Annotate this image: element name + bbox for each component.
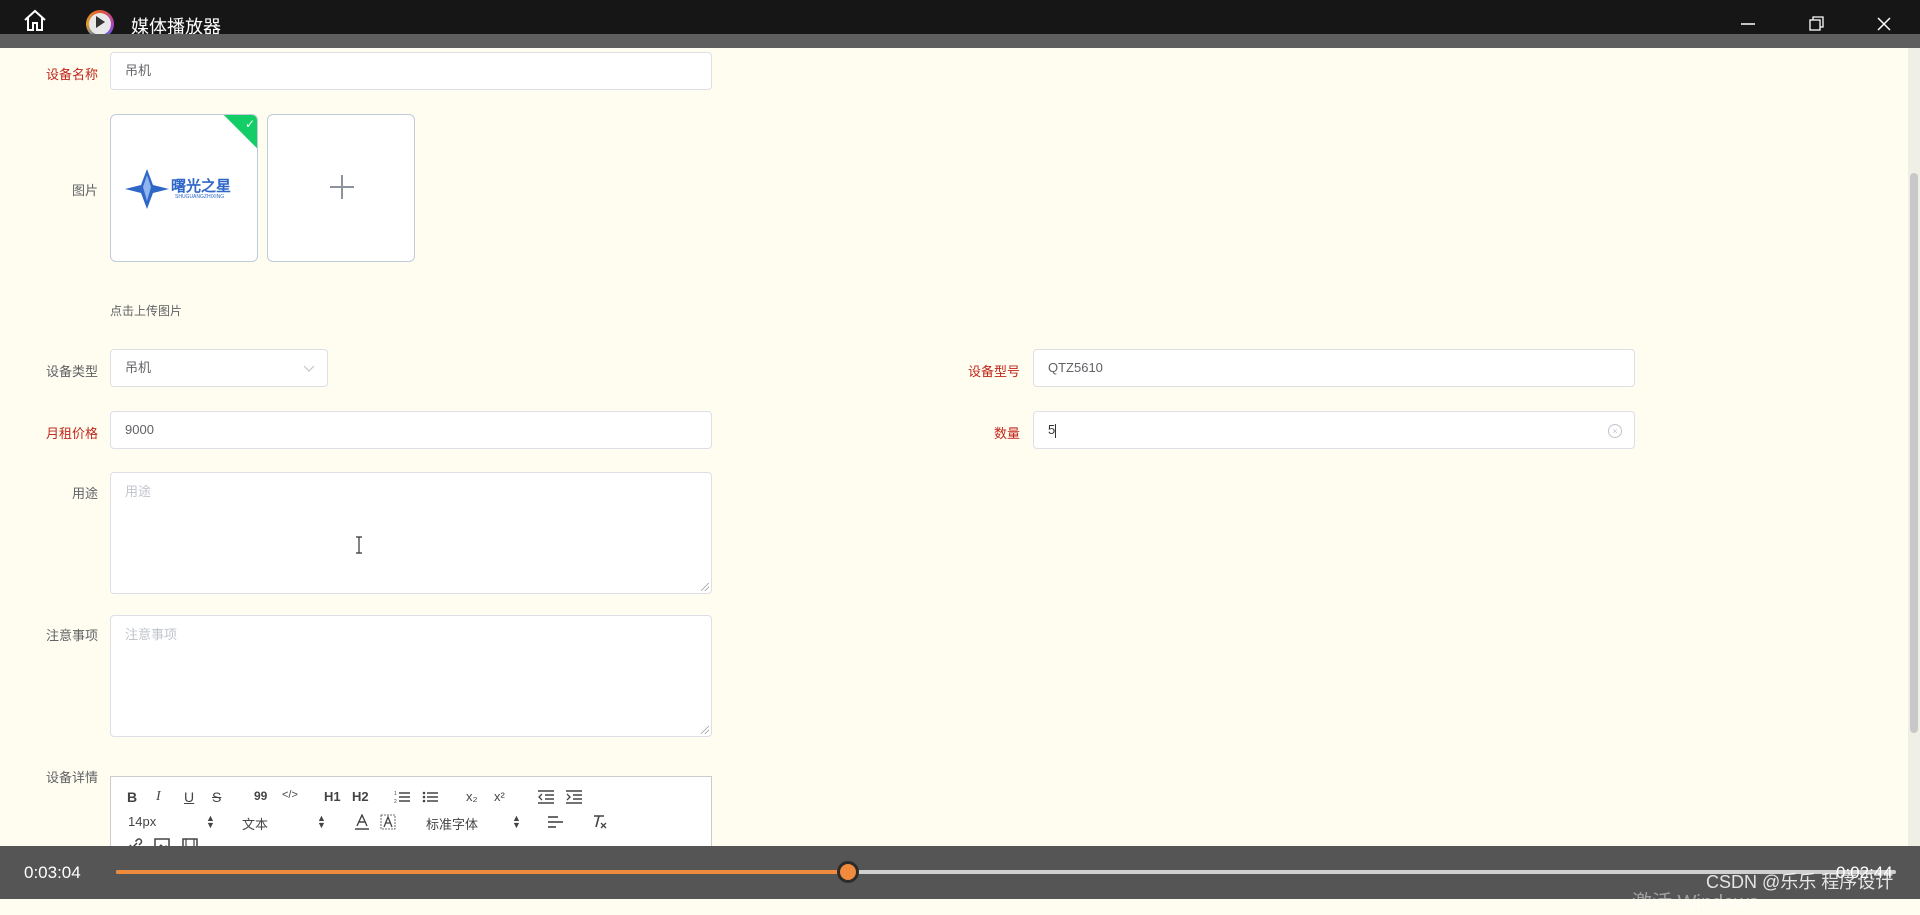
monthly-price-label: 月租价格 xyxy=(45,426,98,441)
scrollbar-thumb[interactable] xyxy=(1910,173,1918,733)
device-model-input[interactable]: QTZ5610 xyxy=(1033,349,1635,387)
logo-text: 曙光之星 xyxy=(171,178,232,195)
image-label: 图片 xyxy=(71,183,98,198)
video-top-strip xyxy=(0,34,1920,48)
heading2-button[interactable]: H2 xyxy=(352,789,369,804)
monthly-price-input[interactable]: 9000 xyxy=(110,411,712,449)
heading1-button[interactable]: H1 xyxy=(324,789,341,804)
chevron-down-icon xyxy=(303,365,315,372)
ordered-list-icon[interactable]: 12 xyxy=(394,790,410,804)
align-left-icon[interactable] xyxy=(548,815,564,829)
blockquote-button[interactable]: 99 xyxy=(254,789,267,803)
device-type-value: 吊机 xyxy=(125,360,152,375)
logo-subtext: SHUGUANGZHIXING xyxy=(175,194,225,200)
resize-handle-icon[interactable] xyxy=(701,726,709,734)
notes-textarea[interactable]: 注意事项 xyxy=(110,615,712,737)
home-icon[interactable] xyxy=(22,8,50,32)
resize-handle-icon[interactable] xyxy=(701,583,709,591)
seek-bar-progress xyxy=(116,870,848,874)
header-select[interactable]: 文本 xyxy=(242,814,268,833)
notes-label: 注意事项 xyxy=(45,628,98,643)
notes-placeholder: 注意事项 xyxy=(125,627,178,642)
font-family-select[interactable]: 标准字体 xyxy=(426,814,478,833)
seek-handle[interactable] xyxy=(836,861,859,883)
i-beam-cursor-icon xyxy=(356,536,362,554)
bold-button[interactable]: B xyxy=(127,789,137,805)
device-type-select[interactable]: 吊机 xyxy=(110,349,328,387)
media-player-controls: 0:03:04 激活 Windows 0:02:44 CSDN @乐乐 程序设计 xyxy=(0,846,1920,914)
italic-button[interactable]: I xyxy=(156,789,161,805)
outdent-icon[interactable] xyxy=(538,790,554,804)
svg-text:2: 2 xyxy=(394,799,397,804)
font-color-icon[interactable] xyxy=(354,814,370,830)
code-button[interactable]: </> xyxy=(282,789,298,801)
plus-icon xyxy=(330,175,354,199)
device-name-label: 设备名称 xyxy=(45,67,98,82)
svg-text:1: 1 xyxy=(394,791,397,797)
header-arrows-icon: ▲ ▼ xyxy=(317,813,326,830)
device-model-label: 设备型号 xyxy=(967,364,1020,379)
superscript-button[interactable]: x² xyxy=(494,789,505,804)
check-icon: ✓ xyxy=(244,117,255,131)
title-bar: 媒体播放器 xyxy=(0,0,1920,38)
uploaded-image-card[interactable]: 曙光之星 SHUGUANGZHIXING ✓ xyxy=(110,114,258,262)
usage-textarea[interactable]: 用途 xyxy=(110,472,712,594)
seek-bar[interactable] xyxy=(116,870,1896,874)
upload-add-button[interactable] xyxy=(267,114,415,262)
subscript-button[interactable]: x₂ xyxy=(466,789,478,804)
font-family-arrows-icon: ▲ ▼ xyxy=(512,813,521,830)
quantity-value: 5 xyxy=(1048,422,1056,437)
background-color-icon[interactable] xyxy=(380,814,396,830)
text-caret xyxy=(1055,423,1057,438)
bullet-list-icon[interactable] xyxy=(422,790,438,804)
csdn-watermark: CSDN @乐乐 程序设计 xyxy=(1706,872,1894,892)
underline-button[interactable]: U xyxy=(184,789,194,805)
device-name-input[interactable]: 吊机 xyxy=(110,52,712,90)
strike-button[interactable]: S xyxy=(212,789,221,805)
font-size-select[interactable]: 14px xyxy=(128,814,156,829)
monthly-price-value: 9000 xyxy=(125,422,154,437)
upload-hint: 点击上传图片 xyxy=(110,304,183,318)
indent-icon[interactable] xyxy=(566,790,582,804)
quantity-label: 数量 xyxy=(993,426,1020,441)
device-model-value: QTZ5610 xyxy=(1048,360,1103,375)
usage-placeholder: 用途 xyxy=(125,484,152,499)
device-name-value: 吊机 xyxy=(125,63,152,78)
details-label: 设备详情 xyxy=(45,770,98,785)
font-size-arrows-icon: ▲ ▼ xyxy=(206,813,215,830)
elapsed-time: 0:03:04 xyxy=(24,863,81,882)
clear-icon[interactable]: × xyxy=(1608,424,1622,438)
clear-format-icon[interactable] xyxy=(592,814,608,830)
page-scrollbar[interactable] xyxy=(1908,48,1920,846)
device-type-label: 设备类型 xyxy=(45,364,98,379)
quantity-input[interactable]: 5 × xyxy=(1033,411,1635,449)
usage-label: 用途 xyxy=(71,486,98,501)
